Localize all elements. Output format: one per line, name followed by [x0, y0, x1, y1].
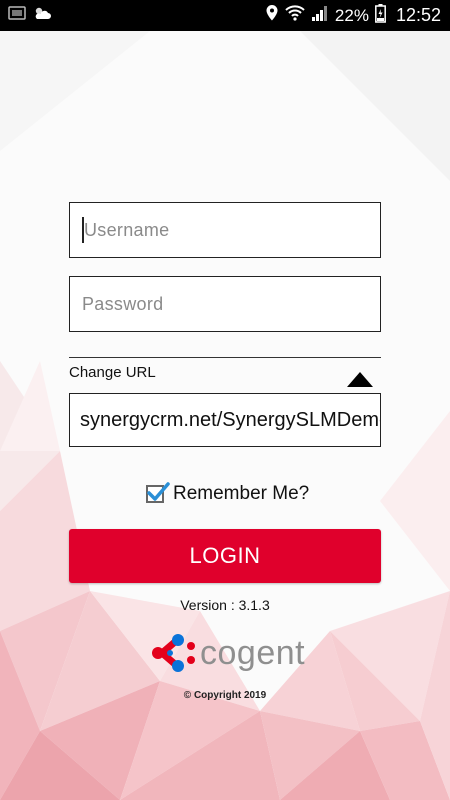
- login-button[interactable]: LOGIN: [69, 529, 381, 583]
- wifi-icon: [285, 4, 305, 27]
- logo-wordmark: cogent: [200, 633, 306, 672]
- password-input[interactable]: Password: [69, 276, 381, 332]
- remember-me-label: Remember Me?: [173, 483, 310, 504]
- copyright-text: © Copyright 2019: [183, 690, 267, 701]
- checkmark-icon: [147, 482, 170, 501]
- login-form: Username Password Change URL synergycrm.…: [0, 31, 450, 800]
- checkbox-box[interactable]: [146, 482, 170, 503]
- url-input[interactable]: synergycrm.net/SynergySLMDemo: [69, 393, 381, 447]
- collapse-arrow-icon[interactable]: [346, 370, 374, 390]
- change-url-label[interactable]: Change URL: [69, 364, 156, 381]
- status-bar-right: 22% 12:52: [265, 3, 441, 28]
- status-bar-left: [8, 5, 52, 26]
- weather-icon: [32, 5, 52, 26]
- cogent-logo: cogent: [150, 633, 305, 673]
- location-icon: [265, 4, 279, 27]
- cogent-logo-icon: [152, 634, 195, 672]
- signal-icon: [311, 4, 329, 27]
- password-placeholder: Password: [82, 293, 164, 314]
- battery-icon: [375, 3, 386, 28]
- clock-time: 12:52: [395, 5, 441, 25]
- username-input[interactable]: Username: [69, 202, 381, 258]
- username-placeholder: Username: [84, 219, 170, 240]
- sim-icon: [8, 5, 26, 26]
- remember-me-checkbox[interactable]: Remember Me?: [146, 482, 310, 505]
- app-screen: 22% 12:52 Username Password Change URL s…: [0, 0, 450, 800]
- battery-percent: 22%: [334, 5, 369, 25]
- status-bar: 22% 12:52: [0, 0, 450, 31]
- version-text: Version : 3.1.3: [180, 597, 270, 613]
- divider: [69, 357, 381, 358]
